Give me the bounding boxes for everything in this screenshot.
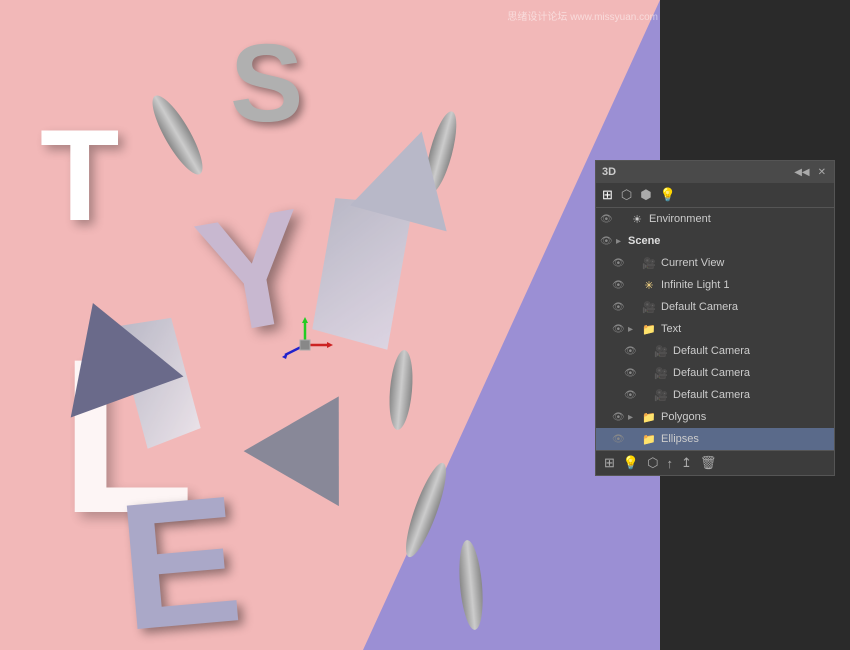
environment-label: Environment (649, 213, 830, 225)
text-icon: 📁 (640, 323, 658, 336)
panel-item-default-camera-3[interactable]: 👁 🎥 Default Camera (596, 362, 834, 384)
polygons-icon: 📁 (640, 411, 658, 424)
panel-toolbar: ⊞ ⬡ ⬢ 💡 (596, 183, 834, 208)
eye-icon-scene[interactable]: 👁 (600, 236, 616, 247)
panel-title: 3D (602, 166, 616, 178)
default-camera-4-label: Default Camera (673, 389, 830, 401)
default-camera-2-label: Default Camera (673, 345, 830, 357)
canvas-area: S T Y L E 思绪设计论坛 www.missyuan.com (0, 0, 660, 650)
env-icon: ☀ (628, 213, 646, 226)
current-view-label: Current View (661, 257, 830, 269)
toolbar-scene-icon[interactable]: ⊞ (602, 187, 613, 203)
bottom-icon-up[interactable]: ↑ (666, 456, 673, 471)
eye-icon-infinite-light[interactable]: 👁 (612, 280, 628, 291)
toolbar-camera-icon[interactable]: ⬡ (621, 187, 632, 203)
letter-e: E (111, 455, 249, 650)
default-cam-3-icon: 🎥 (652, 367, 670, 380)
eye-icon-current-view[interactable]: 👁 (612, 258, 628, 269)
panel-item-current-view[interactable]: 👁 🎥 Current View (596, 252, 834, 274)
panel-bottom-toolbar: ⊞ 💡 ⬡ ↑ ↥ 🗑 (596, 450, 834, 475)
toolbar-light-icon[interactable]: 💡 (660, 187, 676, 203)
current-view-icon: 🎥 (640, 257, 658, 270)
default-cam-2-icon: 🎥 (652, 345, 670, 358)
panel-list: 👁 ☀ Environment 👁 ▸ Scene 👁 🎥 Current Vi… (596, 208, 834, 450)
panel-close-button[interactable]: ✕ (816, 166, 828, 179)
expand-scene[interactable]: ▸ (616, 236, 628, 247)
panel-item-default-camera-1[interactable]: 👁 🎥 Default Camera (596, 296, 834, 318)
ellipses-icon: 📁 (640, 433, 658, 446)
infinite-light-icon: ✳ (640, 279, 658, 292)
toolbar-mesh-icon[interactable]: ⬢ (640, 187, 651, 203)
text-label: Text (661, 323, 830, 335)
transform-gizmo (275, 315, 335, 375)
panel-header-icons: ◀◀ ✕ (792, 166, 828, 179)
eye-icon-default-cam-3[interactable]: 👁 (624, 368, 640, 379)
watermark: 思绪设计论坛 www.missyuan.com (507, 8, 658, 23)
bottom-icon-light[interactable]: 💡 (623, 455, 639, 471)
expand-text[interactable]: ▸ (628, 324, 640, 335)
default-cam-1-icon: 🎥 (640, 301, 658, 314)
expand-polygons[interactable]: ▸ (628, 412, 640, 423)
panel-header: 3D ◀◀ ✕ (596, 161, 834, 183)
eye-icon-text[interactable]: 👁 (612, 324, 628, 335)
eye-icon-default-cam-1[interactable]: 👁 (612, 302, 628, 313)
default-camera-1-label: Default Camera (661, 301, 830, 313)
eye-icon-polygons[interactable]: 👁 (612, 412, 628, 423)
bottom-icon-up-dot[interactable]: ↥ (681, 455, 692, 471)
letter-t: T (40, 100, 119, 250)
panel-item-environment[interactable]: 👁 ☀ Environment (596, 208, 834, 230)
bottom-icon-scene[interactable]: ⊞ (604, 455, 615, 471)
eye-icon-default-cam-4[interactable]: 👁 (624, 390, 640, 401)
default-camera-3-label: Default Camera (673, 367, 830, 379)
panel-item-default-camera-4[interactable]: 👁 🎥 Default Camera (596, 384, 834, 406)
eye-icon-default-cam-2[interactable]: 👁 (624, 346, 640, 357)
panel-item-polygons[interactable]: 👁 ▸ 📁 Polygons (596, 406, 834, 428)
letter-s: S (230, 20, 350, 140)
panel-section-scene[interactable]: 👁 ▸ Scene (596, 230, 834, 252)
bottom-icon-delete[interactable]: 🗑 (700, 455, 717, 471)
bottom-icon-mesh[interactable]: ⬡ (647, 455, 658, 471)
ellipses-label: Ellipses (661, 433, 830, 445)
panel-item-infinite-light[interactable]: 👁 ✳ Infinite Light 1 (596, 274, 834, 296)
panel-collapse-button[interactable]: ◀◀ (792, 166, 811, 179)
eye-icon-environment[interactable]: 👁 (600, 214, 616, 225)
scene-label: Scene (628, 235, 660, 247)
panel-item-default-camera-2[interactable]: 👁 🎥 Default Camera (596, 340, 834, 362)
infinite-light-label: Infinite Light 1 (661, 279, 830, 291)
default-cam-4-icon: 🎥 (652, 389, 670, 402)
eye-icon-ellipses[interactable]: 👁 (612, 434, 628, 445)
panel-3d: 3D ◀◀ ✕ ⊞ ⬡ ⬢ 💡 👁 ☀ Environment 👁 ▸ Scen… (595, 160, 835, 476)
panel-item-text[interactable]: 👁 ▸ 📁 Text (596, 318, 834, 340)
polygons-label: Polygons (661, 411, 830, 423)
panel-item-ellipses[interactable]: 👁 📁 Ellipses (596, 428, 834, 450)
